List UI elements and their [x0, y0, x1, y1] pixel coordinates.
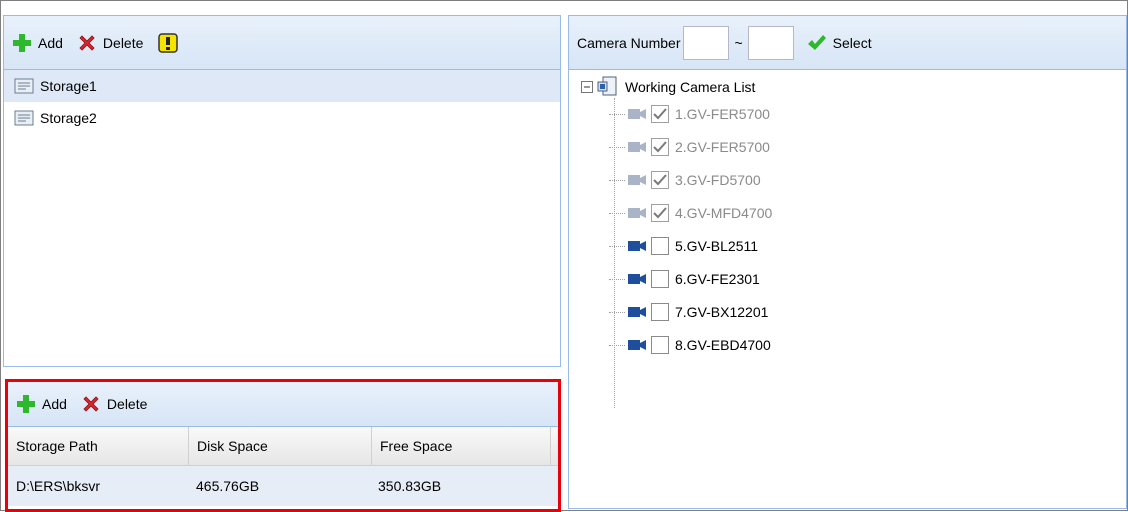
camera-item[interactable]: 4.GV-MFD4700 — [609, 201, 772, 225]
camera-number-from-input[interactable] — [683, 25, 730, 60]
column-header-free-space[interactable]: Free Space — [372, 427, 551, 465]
camera-icon — [628, 241, 646, 251]
delete-path-button[interactable]: Delete — [81, 394, 147, 414]
camera-item[interactable]: 1.GV-FER5700 — [609, 102, 770, 126]
camera-icon — [628, 340, 646, 350]
tree-connector — [609, 344, 625, 346]
plus-icon — [17, 395, 35, 413]
camera-item[interactable]: 7.GV-BX12201 — [609, 300, 768, 324]
camera-checkbox[interactable] — [651, 138, 669, 156]
camera-checkbox[interactable] — [651, 204, 669, 222]
camera-label: 6.GV-FE2301 — [675, 271, 760, 287]
camera-checkbox[interactable] — [651, 171, 669, 189]
camera-icon — [628, 274, 646, 284]
path-toolbar: Add Delete — [8, 382, 558, 427]
camera-number-label: Camera Number — [577, 34, 681, 51]
cell-disk-space: 465.76GB — [196, 478, 260, 494]
add-storage-label: Add — [38, 34, 63, 51]
storage-icon — [14, 78, 34, 94]
warning-button[interactable] — [157, 32, 179, 54]
checkmark-icon — [807, 34, 826, 50]
storage-item-label: Storage2 — [40, 110, 97, 126]
add-path-button[interactable]: Add — [16, 394, 67, 414]
camera-checkbox[interactable] — [651, 237, 669, 255]
storage-item-label: Storage1 — [40, 78, 97, 94]
delete-path-label: Delete — [106, 396, 148, 412]
camera-item[interactable]: 2.GV-FER5700 — [609, 135, 770, 159]
camera-icon — [628, 142, 646, 152]
cell-free-space: 350.83GB — [378, 478, 442, 494]
camera-item[interactable]: 6.GV-FE2301 — [609, 267, 760, 291]
camera-item[interactable]: 5.GV-BL2511 — [609, 234, 758, 258]
tree-connector — [609, 113, 625, 115]
camera-icon — [628, 175, 646, 185]
storage-path-panel: Add Delete Storage Path Disk Space Free … — [5, 379, 561, 512]
delete-x-icon — [83, 396, 99, 412]
camera-label: 5.GV-BL2511 — [675, 238, 759, 254]
check-icon — [653, 141, 667, 153]
camera-list-icon — [597, 76, 617, 96]
camera-item[interactable]: 8.GV-EBD4700 — [609, 333, 771, 357]
select-button[interactable]: Select — [807, 34, 872, 52]
camera-filter-toolbar: Camera Number ~ Select — [569, 16, 1126, 70]
select-label: Select — [832, 34, 872, 51]
delete-storage-label: Delete — [102, 34, 144, 51]
storage-toolbar: Add Delete — [4, 16, 560, 70]
storage-item[interactable]: Storage2 — [4, 102, 560, 134]
camera-label: 7.GV-BX12201 — [675, 304, 769, 320]
plus-icon — [13, 33, 31, 52]
tree-connector — [609, 245, 625, 247]
collapse-icon[interactable] — [581, 81, 593, 93]
tree-connector — [609, 179, 625, 181]
check-icon — [653, 108, 667, 120]
tree-connector — [609, 278, 625, 280]
warning-icon — [158, 32, 179, 53]
tree-root-label: Working Camera List — [625, 79, 756, 95]
camera-label: 8.GV-EBD4700 — [675, 337, 771, 353]
storage-icon — [14, 110, 34, 126]
delete-x-icon — [79, 34, 95, 51]
camera-icon — [628, 208, 646, 218]
column-header-storage-path[interactable]: Storage Path — [8, 427, 189, 465]
camera-label: 4.GV-MFD4700 — [675, 205, 773, 221]
camera-label: 2.GV-FER5700 — [675, 139, 770, 155]
camera-label: 1.GV-FER5700 — [675, 106, 770, 122]
tree-connector — [609, 311, 625, 313]
camera-number-to-input[interactable] — [747, 25, 794, 60]
add-storage-button[interactable]: Add — [12, 33, 63, 53]
cell-storage-path: D:\ERS\bksvr — [16, 478, 101, 494]
column-header-disk-space[interactable]: Disk Space — [189, 427, 372, 465]
storage-item[interactable]: Storage1 — [4, 70, 560, 102]
camera-icon — [628, 109, 646, 119]
camera-icon — [628, 307, 646, 317]
camera-checkbox[interactable] — [651, 270, 669, 288]
tree-connector — [609, 146, 625, 148]
tree-connector — [609, 212, 625, 214]
camera-checkbox[interactable] — [651, 336, 669, 354]
camera-item[interactable]: 3.GV-FD5700 — [609, 168, 761, 192]
check-icon — [653, 174, 667, 186]
camera-panel: Camera Number ~ Select Working Camera Li… — [568, 15, 1127, 509]
camera-checkbox[interactable] — [651, 303, 669, 321]
range-separator: ~ — [734, 34, 743, 51]
storage-list-panel: Add Delete Storage1 Storage2 — [3, 15, 561, 367]
table-row[interactable]: D:\ERS\bksvr 465.76GB 350.83GB — [8, 466, 558, 506]
camera-checkbox[interactable] — [651, 105, 669, 123]
tree-root[interactable]: Working Camera List — [581, 76, 755, 98]
check-icon — [653, 207, 667, 219]
camera-label: 3.GV-FD5700 — [675, 172, 761, 188]
path-grid-header: Storage Path Disk Space Free Space — [8, 427, 558, 466]
delete-storage-button[interactable]: Delete — [77, 33, 143, 53]
add-path-label: Add — [42, 396, 67, 412]
